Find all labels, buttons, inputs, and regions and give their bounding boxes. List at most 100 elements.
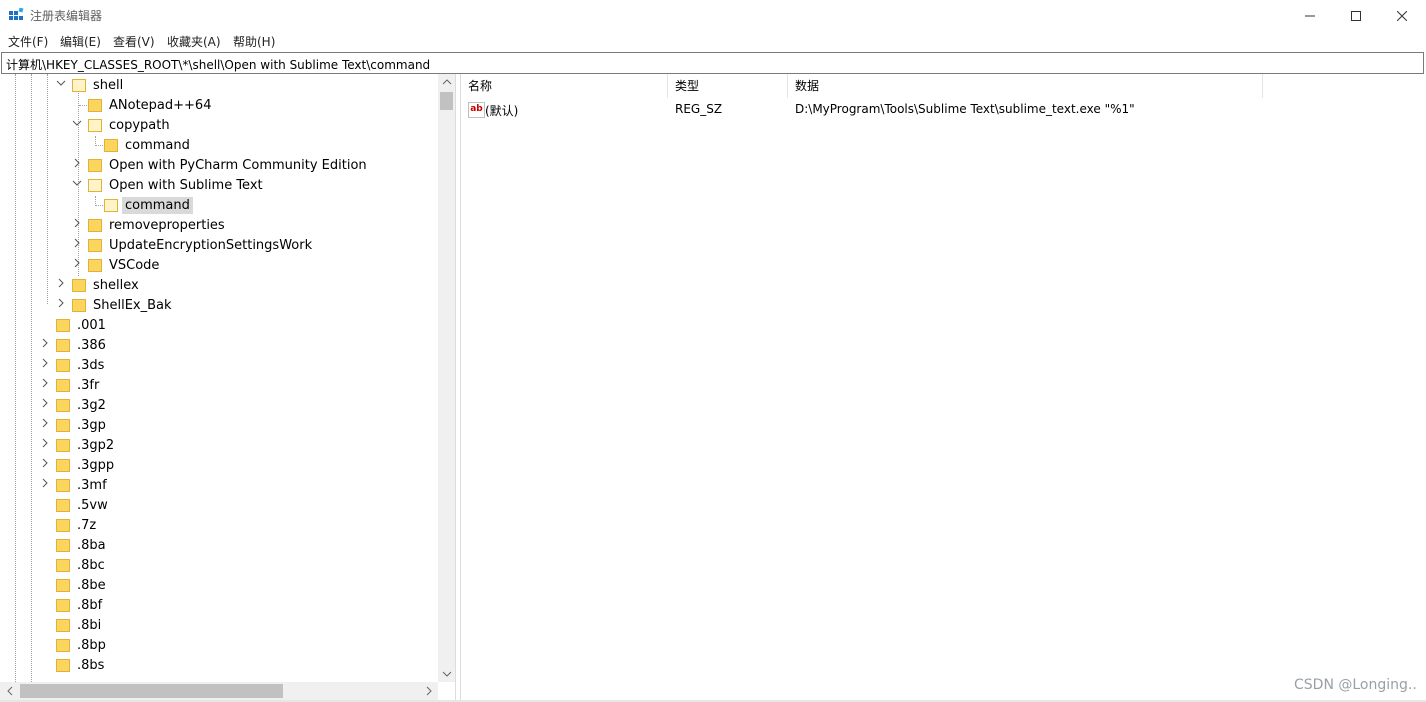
chevron-right-icon[interactable] <box>72 158 81 168</box>
value-data: D:\MyProgram\Tools\Sublime Text\sublime_… <box>795 102 1135 116</box>
folder-open-icon <box>72 78 86 92</box>
vertical-scroll-thumb[interactable] <box>440 92 453 110</box>
tree-node-label: .001 <box>77 317 106 333</box>
menu-bar: 文件(F) 编辑(E) 查看(V) 收藏夹(A) 帮助(H) <box>0 31 1426 51</box>
folder-icon <box>56 558 70 572</box>
chevron-down-icon[interactable] <box>72 118 82 127</box>
tree-node[interactable]: ANotepad++64 <box>88 95 214 115</box>
tree-node[interactable]: Open with PyCharm Community Edition <box>72 155 370 175</box>
chevron-right-icon[interactable] <box>72 258 81 268</box>
tree-guide <box>79 105 87 106</box>
chevron-right-icon[interactable] <box>40 398 49 408</box>
scroll-up-icon[interactable] <box>442 78 452 89</box>
folder-icon <box>56 398 70 412</box>
chevron-right-icon[interactable] <box>72 238 81 248</box>
maximize-icon <box>1351 10 1361 21</box>
tree-node[interactable]: .3mf <box>40 475 110 495</box>
chevron-right-icon[interactable] <box>56 298 65 308</box>
chevron-right-icon[interactable] <box>40 458 49 468</box>
title-bar: 注册表编辑器 <box>0 0 1426 31</box>
tree-node-label: .386 <box>77 337 106 353</box>
tree-node[interactable]: .7z <box>56 515 99 535</box>
tree-node[interactable]: Open with Sublime Text <box>72 175 266 195</box>
menu-favorites[interactable]: 收藏夹(A) <box>167 33 221 50</box>
chevron-down-icon[interactable] <box>72 178 82 187</box>
tree-node[interactable]: .8bi <box>56 615 104 635</box>
tree-node[interactable]: .5vw <box>56 495 111 515</box>
column-header-name[interactable]: 名称 <box>461 74 668 98</box>
tree-node[interactable]: copypath <box>72 115 173 135</box>
chevron-right-icon[interactable] <box>40 338 49 348</box>
tree-node[interactable]: .3gpp <box>40 455 117 475</box>
maximize-button[interactable] <box>1333 0 1379 31</box>
column-header-data[interactable]: 数据 <box>788 74 1263 98</box>
tree-node[interactable]: .8bc <box>56 555 108 575</box>
tree-node[interactable]: .3g2 <box>40 395 109 415</box>
tree-node-label: UpdateEncryptionSettingsWork <box>109 237 313 253</box>
scroll-right-icon[interactable] <box>425 686 433 699</box>
tree-node[interactable]: removeproperties <box>72 215 228 235</box>
tree-node[interactable]: .001 <box>56 315 109 335</box>
tree-node-selected[interactable]: command <box>104 195 193 215</box>
tree-node[interactable]: .386 <box>40 335 109 355</box>
tree-node-label: .8ba <box>77 537 106 553</box>
menu-file[interactable]: 文件(F) <box>8 33 48 50</box>
folder-icon <box>88 258 102 272</box>
chevron-right-icon[interactable] <box>72 218 81 228</box>
value-type: REG_SZ <box>675 102 723 116</box>
close-icon <box>1397 10 1407 21</box>
folder-icon <box>104 138 118 152</box>
chevron-right-icon[interactable] <box>40 378 49 388</box>
scroll-down-icon[interactable] <box>442 670 452 681</box>
scroll-left-icon[interactable] <box>6 686 14 699</box>
folder-icon <box>56 338 70 352</box>
folder-icon <box>56 658 70 672</box>
tree-node[interactable]: .8bs <box>56 655 107 675</box>
values-list[interactable]: 名称 类型 数据 ab (默认) REG_SZ D:\MyProgram\Too… <box>460 74 1423 700</box>
folder-icon <box>56 358 70 372</box>
chevron-down-icon[interactable] <box>56 78 66 87</box>
menu-help[interactable]: 帮助(H) <box>233 33 275 50</box>
tree-node[interactable]: .3gp2 <box>40 435 117 455</box>
tree-node[interactable]: .8be <box>56 575 109 595</box>
tree-vertical-scrollbar[interactable] <box>438 74 455 682</box>
key-tree[interactable]: shell ANotepad++64 copypath command Open… <box>0 74 456 700</box>
tree-node[interactable]: VSCode <box>72 255 162 275</box>
tree-node[interactable]: command <box>104 135 193 155</box>
chevron-right-icon[interactable] <box>56 278 65 288</box>
tree-node[interactable]: .8bp <box>56 635 109 655</box>
chevron-right-icon[interactable] <box>40 438 49 448</box>
tree-node[interactable]: .3gp <box>40 415 109 435</box>
tree-node-label: .8bi <box>77 617 102 633</box>
tree-node[interactable]: shellex <box>56 275 142 295</box>
string-value-icon: ab <box>468 102 485 118</box>
column-header-type[interactable]: 类型 <box>668 74 788 98</box>
tree-node[interactable]: .3ds <box>40 355 107 375</box>
tree-node[interactable]: ShellEx_Bak <box>56 295 175 315</box>
folder-icon <box>56 538 70 552</box>
horizontal-scroll-thumb[interactable] <box>20 684 283 698</box>
window-title: 注册表编辑器 <box>30 9 103 23</box>
tree-node[interactable]: .8ba <box>56 535 109 555</box>
tree-node-label: .8bs <box>77 657 105 673</box>
chevron-right-icon[interactable] <box>40 478 49 488</box>
folder-icon <box>88 238 102 252</box>
tree-node[interactable]: .3fr <box>40 375 102 395</box>
tree-node-label: Open with PyCharm Community Edition <box>109 157 367 173</box>
tree-node[interactable]: .8bf <box>56 595 105 615</box>
tree-node-label: shell <box>93 77 124 93</box>
folder-icon <box>56 438 70 452</box>
tree-node[interactable]: shell <box>56 75 126 95</box>
minimize-button[interactable] <box>1287 0 1333 31</box>
close-button[interactable] <box>1379 0 1425 31</box>
menu-view[interactable]: 查看(V) <box>113 33 155 50</box>
tree-node-label: ShellEx_Bak <box>93 297 172 313</box>
chevron-right-icon[interactable] <box>40 358 49 368</box>
folder-icon <box>56 598 70 612</box>
address-bar[interactable]: 计算机\HKEY_CLASSES_ROOT\*\shell\Open with … <box>1 52 1424 74</box>
menu-edit[interactable]: 编辑(E) <box>60 33 101 50</box>
value-row[interactable]: ab (默认) REG_SZ D:\MyProgram\Tools\Sublim… <box>461 99 1421 121</box>
chevron-right-icon[interactable] <box>40 418 49 428</box>
tree-node-label: ANotepad++64 <box>109 97 212 113</box>
tree-node[interactable]: UpdateEncryptionSettingsWork <box>72 235 315 255</box>
